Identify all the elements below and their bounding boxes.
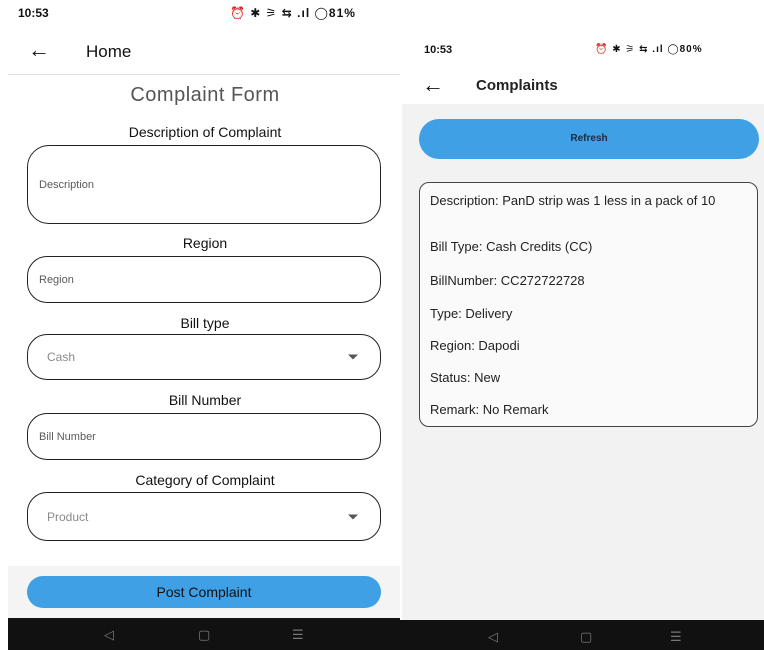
chevron-down-icon xyxy=(348,354,358,360)
region-field[interactable]: Region xyxy=(27,256,381,303)
region-placeholder: Region xyxy=(39,273,74,286)
description-label: Description of Complaint xyxy=(128,124,282,140)
complaint-card[interactable]: Description: PanD strip was 1 less in a … xyxy=(419,182,758,427)
complaint-bill-number: BillNumber: CC272722728 xyxy=(430,273,585,288)
category-value: Product xyxy=(47,509,89,524)
app-bar: ← Home xyxy=(8,35,400,75)
bill-number-placeholder: Bill Number xyxy=(39,430,96,443)
category-label: Category of Complaint xyxy=(135,472,275,488)
nav-recents-icon[interactable]: ☰ xyxy=(292,627,304,643)
status-bar: 10:53 ⏰ ✱ ⚞ ⇆ .ıl ◯80% xyxy=(400,36,764,56)
complaint-form-screen: 10:53 ⏰ ✱ ⚞ ⇆ .ıl ◯81% ← Home Complaint … xyxy=(0,0,400,650)
arrow-left-icon[interactable]: ← xyxy=(422,74,444,96)
page-title: Complaints xyxy=(476,77,558,94)
post-complaint-button[interactable]: Post Complaint xyxy=(27,576,381,608)
region-label: Region xyxy=(182,235,228,251)
bill-number-label: Bill Number xyxy=(168,392,242,408)
arrow-left-icon[interactable]: ← xyxy=(28,39,50,61)
bill-type-select[interactable]: Cash xyxy=(27,334,381,380)
complaint-region: Region: Dapodi xyxy=(430,338,520,353)
bill-type-label: Bill type xyxy=(180,315,230,331)
nav-back-icon[interactable]: ◁ xyxy=(488,629,498,645)
refresh-button[interactable]: Refresh xyxy=(419,119,759,159)
bill-number-field[interactable]: Bill Number xyxy=(27,413,381,460)
status-bar: 10:53 ⏰ ✱ ⚞ ⇆ .ıl ◯81% xyxy=(0,0,400,20)
complaint-type: Type: Delivery xyxy=(430,306,513,321)
complaints-screen: 10:53 ⏰ ✱ ⚞ ⇆ .ıl ◯80% ← Complaints Refr… xyxy=(400,0,764,650)
description-field[interactable]: Description xyxy=(27,145,381,224)
nav-home-icon[interactable]: ▢ xyxy=(580,629,592,645)
bill-type-value: Cash xyxy=(47,350,76,364)
category-select[interactable]: Product xyxy=(27,492,381,541)
description-placeholder: Description xyxy=(39,178,95,191)
system-nav-bar: ◁ ▢ ☰ xyxy=(400,620,764,650)
complaint-status: Status: New xyxy=(430,370,501,385)
status-time: 10:53 xyxy=(424,44,453,56)
status-time: 10:53 xyxy=(18,6,49,20)
page-title: Home xyxy=(86,42,132,61)
system-nav-bar: ◁ ▢ ☰ xyxy=(8,618,400,650)
complaint-bill-type: Bill Type: Cash Credits (CC) xyxy=(430,239,593,254)
status-icons: ⏰ ✱ ⚞ ⇆ .ıl ◯80% xyxy=(595,44,703,55)
complaint-description: Description: PanD strip was 1 less in a … xyxy=(430,193,716,208)
status-icons: ⏰ ✱ ⚞ ⇆ .ıl ◯81% xyxy=(230,6,356,20)
form-title: Complaint Form xyxy=(130,84,280,106)
nav-home-icon[interactable]: ▢ xyxy=(198,627,210,643)
nav-recents-icon[interactable]: ☰ xyxy=(670,629,682,645)
complaint-remark: Remark: No Remark xyxy=(430,402,549,417)
app-bar: ← Complaints xyxy=(400,68,764,104)
nav-back-icon[interactable]: ◁ xyxy=(104,627,114,643)
chevron-down-icon xyxy=(348,514,358,519)
